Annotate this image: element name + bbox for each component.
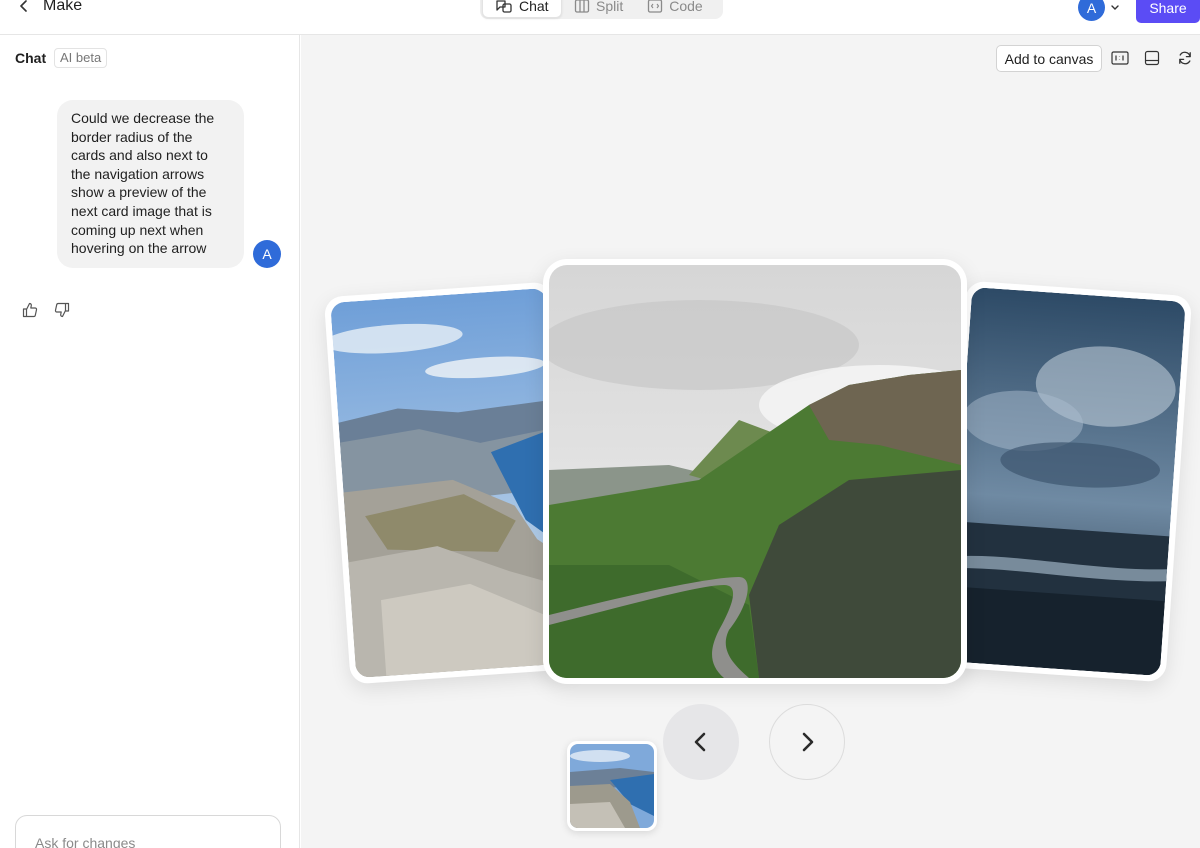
user-message-bubble: Could we decrease the border radius of t… (57, 100, 244, 268)
preview-canvas: Add to canvas (301, 35, 1200, 848)
like-button[interactable] (20, 300, 40, 320)
split-columns-icon (574, 0, 590, 13)
carousel-card-current[interactable] (543, 259, 967, 684)
fjord-cliff-photo (570, 744, 654, 828)
chat-bubble-icon (496, 0, 512, 13)
tab-chat-label: Chat (519, 0, 549, 14)
aspect-ratio-button[interactable] (1109, 47, 1131, 69)
chevron-left-icon (20, 0, 27, 12)
top-bar: Make Chat Split Code A Share (0, 0, 1200, 35)
chat-input-container (15, 815, 281, 848)
carousel-card-previous[interactable] (323, 281, 579, 685)
chat-panel-title: Chat (15, 50, 47, 66)
tab-split-label: Split (596, 0, 624, 14)
chat-input[interactable] (35, 835, 261, 848)
previous-button[interactable] (663, 704, 739, 780)
ai-beta-badge: AI beta (54, 48, 108, 68)
chat-panel: Chat AI beta Could we decrease the borde… (0, 35, 300, 848)
tab-split[interactable]: Split (562, 0, 635, 18)
carousel-card-next[interactable] (939, 280, 1193, 683)
panel-layout-button[interactable] (1141, 47, 1163, 69)
refresh-icon (1179, 51, 1191, 65)
refresh-button[interactable] (1174, 47, 1196, 69)
chevron-left-icon (694, 732, 706, 752)
code-icon (648, 0, 663, 13)
back-button[interactable] (12, 0, 36, 18)
thumbs-down-icon (54, 302, 70, 318)
add-to-canvas-button[interactable]: Add to canvas (996, 45, 1102, 72)
next-button[interactable] (769, 704, 845, 780)
panel-layout-icon (1144, 50, 1160, 66)
view-mode-switcher: Chat Split Code (480, 0, 723, 19)
user-avatar[interactable]: A (1078, 0, 1105, 21)
next-card-preview-thumbnail (567, 741, 657, 831)
stormy-sea-photo (946, 286, 1186, 677)
aspect-ratio-icon (1111, 51, 1129, 65)
message-avatar: A (253, 240, 281, 268)
chevron-right-icon (802, 732, 814, 752)
tab-code[interactable]: Code (635, 0, 714, 18)
green-ridge-road-photo (549, 265, 961, 678)
fjord-cliff-photo (330, 287, 572, 679)
tab-code-label: Code (669, 0, 703, 14)
app-title: Make (43, 0, 83, 14)
thumbs-up-icon (22, 302, 38, 318)
share-button[interactable]: Share (1136, 0, 1200, 23)
dislike-button[interactable] (52, 300, 72, 320)
chevron-down-icon[interactable] (1108, 0, 1122, 14)
tab-chat[interactable]: Chat (482, 0, 562, 18)
